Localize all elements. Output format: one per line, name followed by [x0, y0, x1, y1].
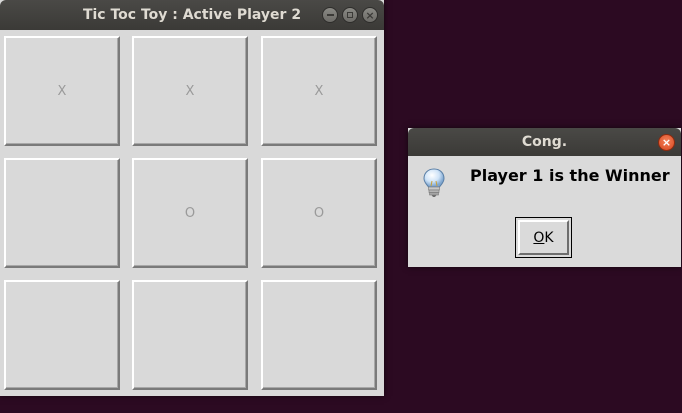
- board-cell-4[interactable]: [4, 158, 120, 268]
- ok-button-label: K: [544, 229, 554, 246]
- close-icon[interactable]: ×: [658, 134, 675, 151]
- dialog-titlebar[interactable]: Cong. ×: [408, 128, 681, 156]
- board-cell-5[interactable]: O: [132, 158, 248, 268]
- ok-button[interactable]: OK: [518, 220, 569, 255]
- board-cell-7[interactable]: [4, 280, 120, 390]
- close-icon[interactable]: ×: [362, 7, 378, 23]
- board-cell-2[interactable]: X: [132, 36, 248, 146]
- game-window: Tic Toc Toy : Active Player 2 × X X X O …: [0, 0, 384, 396]
- maximize-icon[interactable]: [342, 7, 358, 23]
- minimize-icon[interactable]: [322, 7, 338, 23]
- board-cell-3[interactable]: X: [261, 36, 377, 146]
- ok-button-focus-frame: OK: [515, 217, 572, 258]
- board-cell-8[interactable]: [132, 280, 248, 390]
- ok-button-mnemonic: O: [533, 229, 545, 246]
- board-cell-6[interactable]: O: [261, 158, 377, 268]
- winner-message: Player 1 is the Winner: [470, 166, 670, 185]
- winner-dialog: Cong. × Player 1 is the Winner OK: [408, 128, 681, 267]
- board-cell-1[interactable]: X: [4, 36, 120, 146]
- window-title: Tic Toc Toy : Active Player 2: [82, 7, 302, 23]
- game-board: X X X O O: [4, 36, 380, 392]
- desktop: Tic Toc Toy : Active Player 2 × X X X O …: [0, 0, 682, 413]
- board-cell-9[interactable]: [261, 280, 377, 390]
- dialog-title: Cong.: [521, 134, 568, 150]
- game-window-titlebar[interactable]: Tic Toc Toy : Active Player 2 ×: [0, 0, 384, 30]
- lightbulb-icon: [423, 168, 445, 197]
